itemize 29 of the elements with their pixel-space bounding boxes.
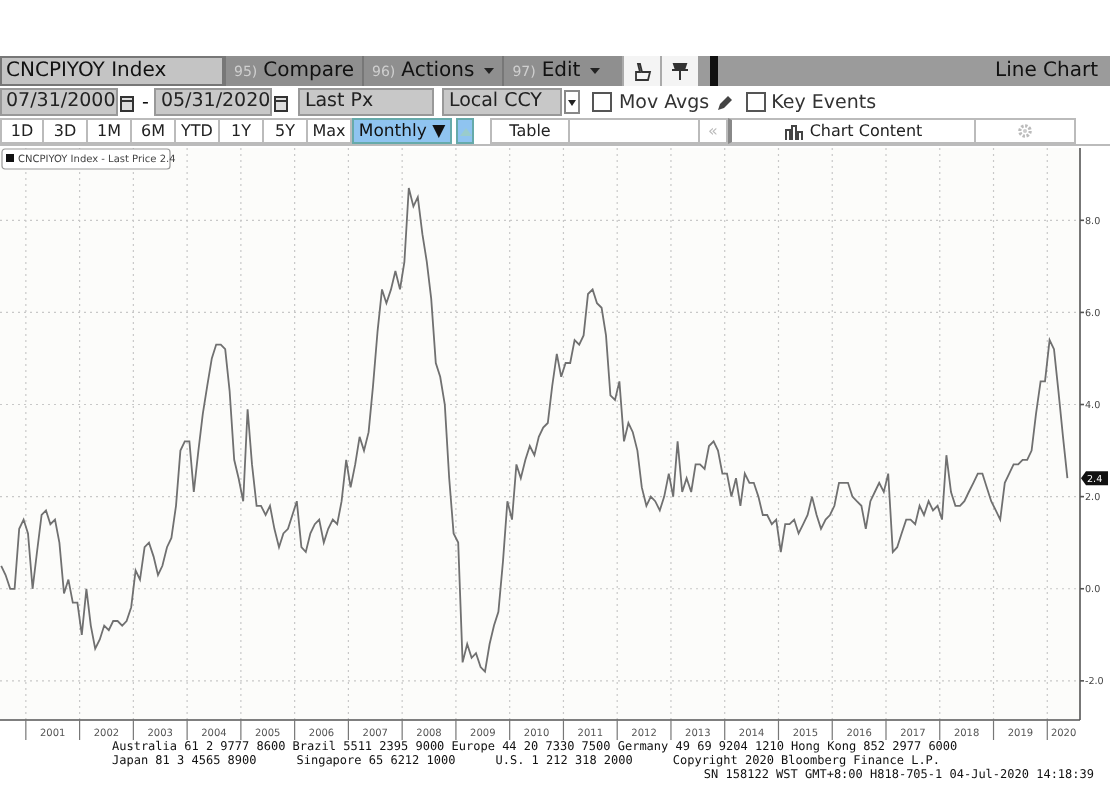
start-date-field[interactable]: 07/31/2000 [0,88,118,116]
range-button[interactable]: 1Y [220,118,264,144]
range-button[interactable]: 1D [0,118,44,144]
price-field[interactable]: Last Px [298,88,435,116]
range-button[interactable]: 6M [132,118,176,144]
chart-icon [783,121,804,141]
checkbox[interactable] [745,92,766,112]
checkbox[interactable] [592,92,613,112]
option-label: Key Events [771,91,877,113]
range-button[interactable]: YTD [176,118,220,144]
caret-icon [459,127,471,135]
chart-content-button[interactable]: Chart Content [728,118,976,144]
pin-icon[interactable] [670,61,691,81]
settings-icon [1016,122,1034,140]
range-button[interactable]: 3D [44,118,88,144]
currency-dropdown[interactable]: Local CCY [442,88,563,116]
range-button[interactable]: Max [308,118,352,144]
range-button[interactable]: 1M [88,118,132,144]
date-separator: - [140,91,151,113]
calendar-icon[interactable] [274,93,289,111]
security-field[interactable]: CNCPIYOY Index [0,56,224,86]
end-date-field[interactable]: 05/31/2020 [154,88,273,116]
table-button[interactable]: Table [490,118,570,144]
option-label: Mov Avgs [618,91,710,113]
chart-type-label: Line Chart [993,58,1100,86]
pencil-icon[interactable] [715,93,734,111]
range-button[interactable]: 5Y [264,118,308,144]
frequency-dropdown[interactable]: Monthly ▼ [352,118,452,144]
calendar-icon[interactable] [120,93,134,111]
